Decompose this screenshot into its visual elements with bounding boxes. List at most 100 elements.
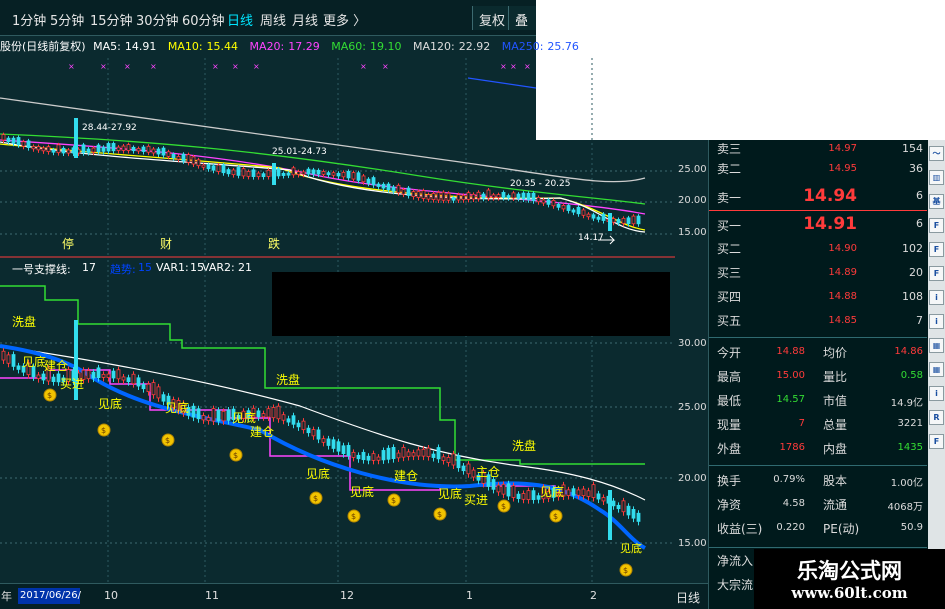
- candle-body: [321, 171, 326, 175]
- ind-candle-body: [526, 490, 531, 501]
- ind-candle-body: [261, 413, 266, 418]
- ind-candle-body: [306, 427, 311, 434]
- candle-body: [586, 213, 591, 218]
- candle-body: [616, 219, 621, 224]
- tab-period-30min[interactable]: 30分钟: [136, 10, 179, 29]
- ind-candle-body: [116, 369, 121, 380]
- bid-vol: 7: [916, 314, 923, 327]
- signal-cross-icon: ×: [232, 62, 239, 71]
- ind-candle-body: [51, 376, 56, 382]
- info-icon[interactable]: i: [929, 314, 944, 329]
- fin-icon[interactable]: F: [929, 266, 944, 281]
- ind-candle-body: [586, 490, 591, 497]
- candle-body: [191, 156, 196, 165]
- ask-vol: 154: [902, 142, 923, 155]
- ind-candle-body: [616, 504, 621, 510]
- fin-icon[interactable]: F: [929, 218, 944, 233]
- ask-label: 卖一: [717, 191, 742, 205]
- candle-body: [608, 213, 612, 231]
- ind-candle-body: [506, 483, 511, 497]
- rsi-icon[interactable]: R: [929, 410, 944, 425]
- ind-candle-body: [566, 489, 571, 496]
- tool-icon-strip: 〜 ▥ 基 F F Fi i ▦ ▦ i R F: [928, 140, 945, 609]
- bid-row-2: 买二 14.90 102: [709, 240, 927, 260]
- flow-divider: [709, 547, 927, 548]
- ma250-line: [467, 77, 537, 89]
- signal-label: 见底: [232, 410, 256, 425]
- main-kline-chart[interactable]: × × × × × × × × × × × × 28.44-27.92 25.01-24.73 20.…: [0, 58, 675, 258]
- signal-label: 主仓: [476, 465, 500, 479]
- tab-period-daily[interactable]: 日线: [227, 10, 253, 29]
- tab-period-1min[interactable]: 1分钟: [12, 10, 46, 29]
- annotation-low: 14.17: [578, 233, 604, 243]
- ind-candle-body: [226, 409, 231, 421]
- candle-body: [501, 192, 506, 198]
- ma120-value: 22.92: [458, 40, 491, 53]
- candle-body: [261, 173, 266, 178]
- candle-body: [251, 169, 256, 177]
- candle-body: [226, 169, 231, 175]
- candle-body: [551, 199, 556, 207]
- candle-body: [221, 164, 226, 174]
- candle-body: [481, 193, 486, 199]
- ind-candle-body: [416, 449, 421, 457]
- fund-icon[interactable]: 基: [929, 194, 944, 209]
- x-label-12: 12: [340, 589, 354, 602]
- tab-period-15min[interactable]: 15分钟: [90, 10, 133, 29]
- info-icon[interactable]: i: [929, 290, 944, 305]
- ind-y-label-25: 25.00: [678, 402, 707, 413]
- info-icon[interactable]: i: [929, 386, 944, 401]
- ind-candle-body: [351, 451, 356, 458]
- indicator-chart[interactable]: $ $ $ $ $ $ $ $ $ $ $ 洗盘 洗盘 洗盘 见底 见底 见底 见底 见底 见底 见底 见底 买进 买进 建仓…: [0, 260, 675, 583]
- money-bag-glyph: $: [101, 426, 106, 435]
- candle-body: [486, 189, 491, 199]
- restore-rights-button[interactable]: 复权: [472, 6, 512, 30]
- ind-candle-body: [131, 373, 136, 385]
- signal-cross-icon: ×: [100, 62, 107, 71]
- candle-body: [596, 216, 601, 220]
- ind-candle-body: [496, 484, 501, 493]
- x-label-10: 10: [104, 589, 118, 602]
- more-periods-menu[interactable]: 更多 〉: [323, 10, 366, 29]
- tab-period-5min[interactable]: 5分钟: [50, 10, 84, 29]
- stock-app: 1分钟 5分钟 15分钟 30分钟 60分钟 日线 周线 月线 更多 〉 复权 …: [0, 0, 945, 609]
- signal-cross-icon: ×: [150, 62, 157, 71]
- candle-body: [161, 147, 166, 156]
- candle-body: [471, 193, 476, 200]
- candle-body: [636, 215, 641, 225]
- ind-candle-body: [111, 370, 116, 379]
- grid-icon[interactable]: ▦: [929, 338, 944, 353]
- money-bag-glyph: $: [553, 512, 558, 521]
- tab-period-60min[interactable]: 60分钟: [182, 10, 225, 29]
- k-chart-icon[interactable]: ▥: [929, 170, 944, 185]
- overlay-button[interactable]: 叠加: [508, 6, 536, 30]
- candle-body: [566, 205, 571, 211]
- year-label: 年: [1, 590, 12, 603]
- signal-cross-icon: ×: [124, 62, 131, 71]
- line-chart-icon[interactable]: 〜: [929, 146, 944, 161]
- ma120-label: MA120: 22.92: [413, 40, 494, 53]
- order-book-panel: 卖三 14.97 154 卖二 14.95 36 卖一 14.94 6 买一 1…: [708, 140, 928, 609]
- ind-candle-body: [266, 408, 271, 418]
- kline-period-tab[interactable]: 日线: [676, 589, 700, 606]
- candle-body: [81, 144, 86, 154]
- f-icon[interactable]: F: [929, 434, 944, 449]
- ind-candle-body: [531, 490, 536, 501]
- stat-value: 50.9: [900, 522, 923, 533]
- money-bag-glyph: $: [501, 502, 506, 511]
- candle-body: [256, 172, 261, 178]
- candle-body: [211, 165, 216, 171]
- signal-label: 见底: [438, 486, 462, 501]
- candle-body: [51, 149, 56, 153]
- fin-icon[interactable]: F: [929, 242, 944, 257]
- tab-period-weekly[interactable]: 周线: [260, 10, 286, 29]
- candle-body: [41, 147, 46, 152]
- signal-label: 见底: [540, 484, 564, 499]
- tab-period-monthly[interactable]: 月线: [292, 10, 318, 29]
- indicator-y-axis: 30.00 25.00 20.00 15.00: [675, 260, 708, 583]
- stat-label: 今开: [717, 346, 742, 360]
- ind-candle-body: [426, 447, 431, 458]
- annotation-high1: 28.44-27.92: [82, 123, 137, 133]
- candle-body: [201, 164, 206, 168]
- grid-icon[interactable]: ▦: [929, 362, 944, 377]
